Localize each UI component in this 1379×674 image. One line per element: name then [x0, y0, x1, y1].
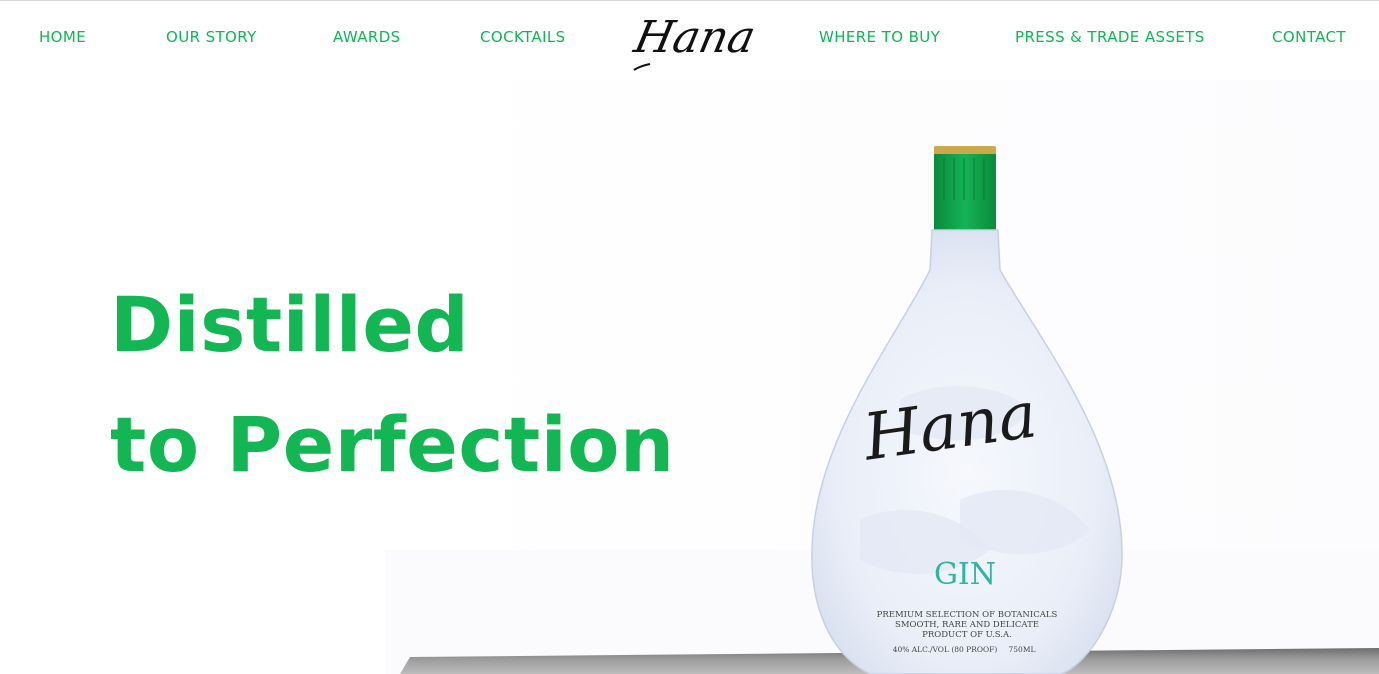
bottle-volume-label: 750ML: [1009, 645, 1036, 654]
bottle-label-line-2: SMOOTH, RARE AND DELICATE: [895, 620, 1039, 630]
bottle-label-line-1: PREMIUM SELECTION OF BOTANICALS: [877, 610, 1058, 620]
hero-section: Hana GIN PREMIUM SELECTION OF BOTANICALS…: [0, 80, 1379, 674]
nav-cocktails-link[interactable]: COCKTAILS: [480, 28, 566, 46]
nav-home-link[interactable]: HOME: [39, 28, 86, 46]
bottle-label-line-3: PRODUCT OF U.S.A.: [922, 630, 1012, 640]
hana-logo[interactable]: Hana: [629, 6, 760, 74]
nav-our-story-link[interactable]: OUR STORY: [166, 28, 257, 46]
bottle-cap: [934, 154, 996, 230]
bottle-abv-label: 40% ALC./VOL (80 PROOF): [893, 645, 998, 654]
hero-headline-line-1: Distilled: [110, 279, 470, 369]
hero-headline-line-2: to Perfection: [110, 399, 675, 489]
bottle-gin-label: GIN: [934, 557, 996, 592]
nav-press-trade-link[interactable]: PRESS & TRADE ASSETS: [1015, 28, 1205, 46]
svg-text:Hana: Hana: [630, 12, 758, 62]
nav-contact-link[interactable]: CONTACT: [1272, 28, 1346, 46]
nav-awards-link[interactable]: AWARDS: [333, 28, 401, 46]
nav-where-to-buy-link[interactable]: WHERE TO BUY: [819, 28, 940, 46]
gin-bottle-photo: Hana GIN PREMIUM SELECTION OF BOTANICALS…: [0, 80, 1379, 674]
main-nav: HOME OUR STORY AWARDS COCKTAILS Hana WHE…: [0, 0, 1379, 80]
hana-logo-script: Hana: [629, 12, 760, 71]
